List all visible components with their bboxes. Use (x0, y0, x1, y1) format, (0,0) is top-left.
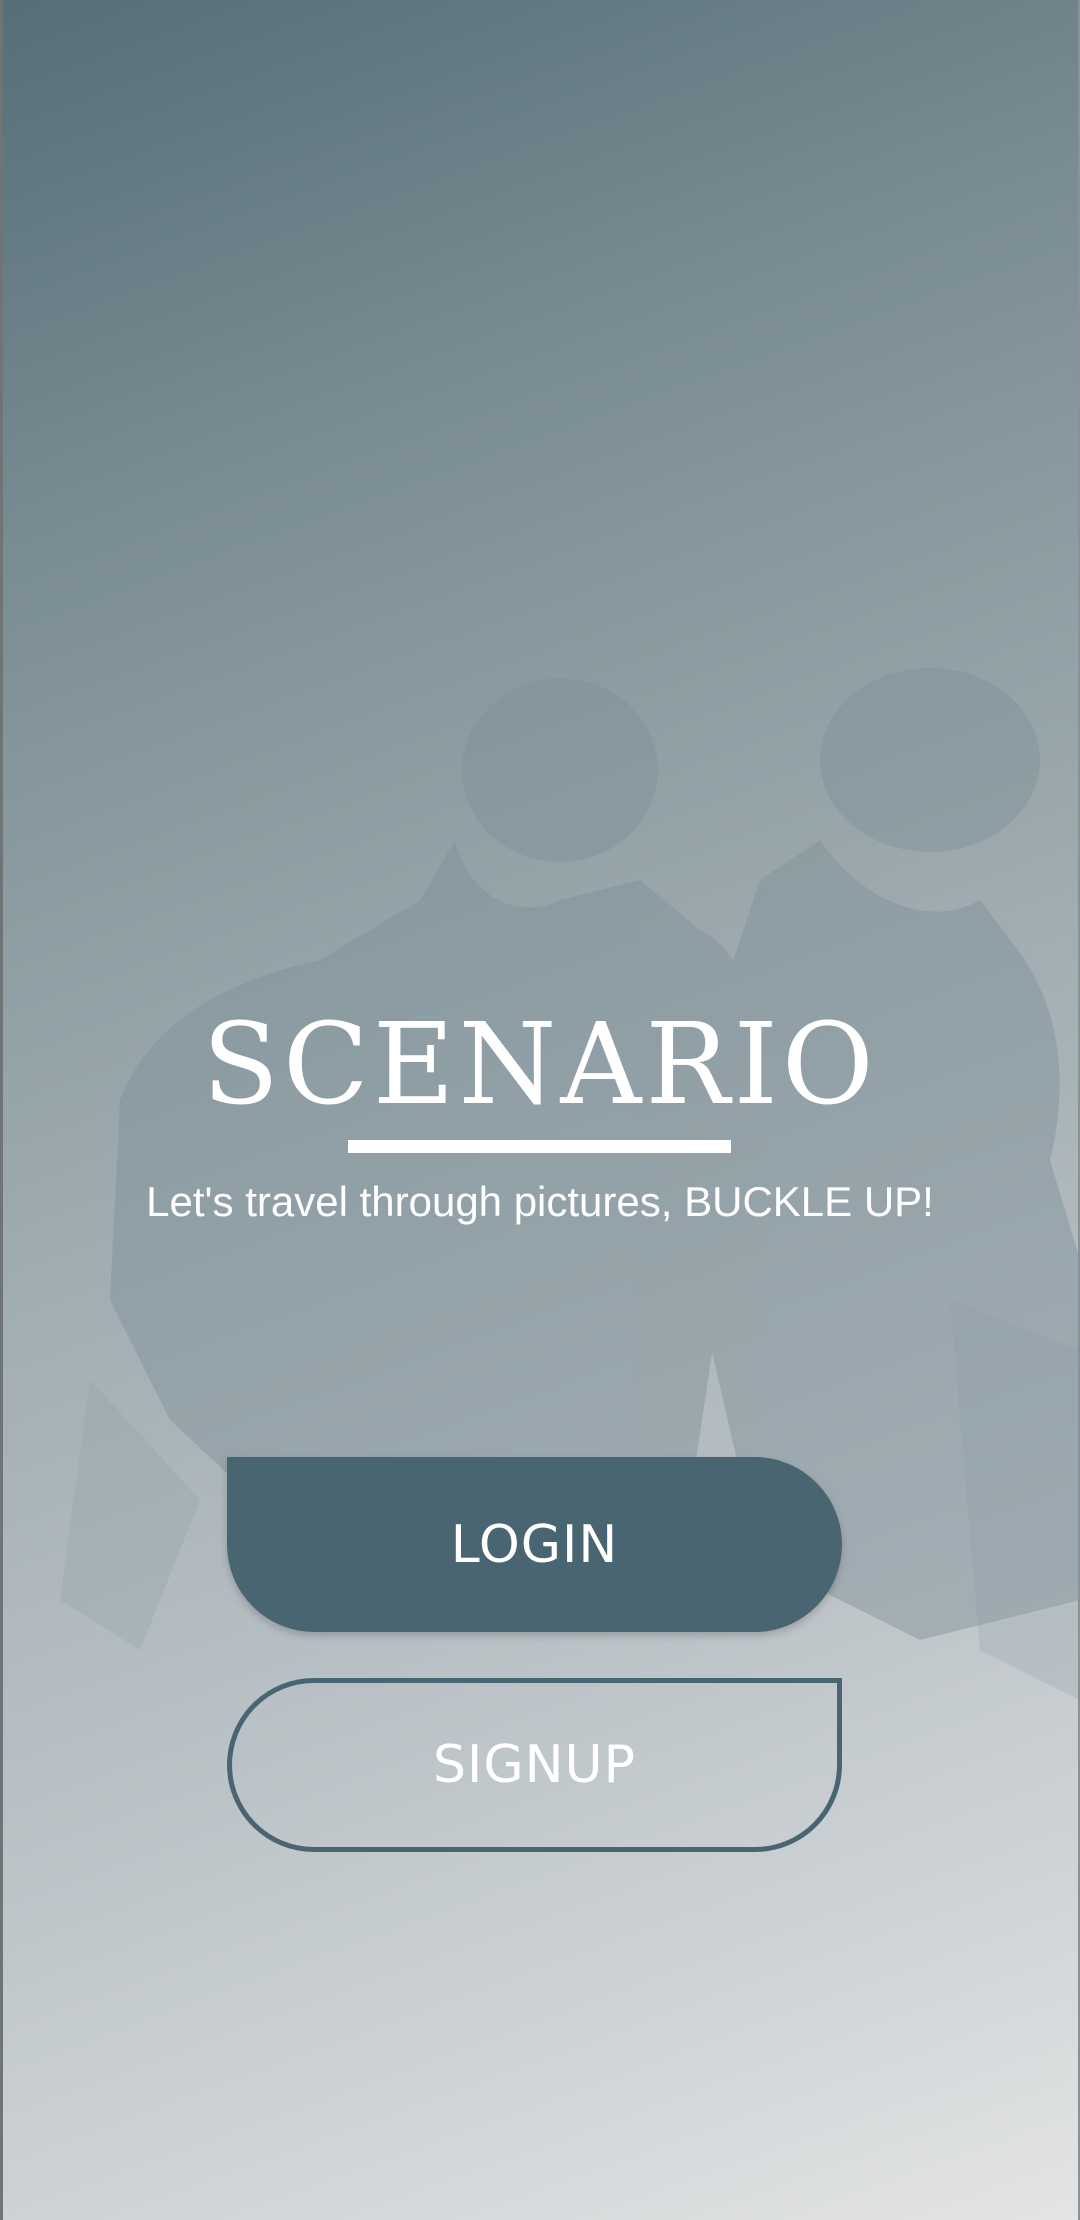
title-underline (348, 1140, 731, 1153)
login-button-label: LOGIN (450, 1514, 619, 1575)
signup-button[interactable]: SIGNUP (227, 1678, 842, 1852)
app-title: SCENARIO (202, 1000, 878, 1130)
app-tagline: Let's travel through pictures, BUCKLE UP… (146, 1178, 934, 1225)
login-button[interactable]: LOGIN (227, 1457, 842, 1632)
welcome-screen: SCENARIO Let's travel through pictures, … (0, 0, 1080, 2220)
signup-button-label: SIGNUP (433, 1735, 636, 1795)
